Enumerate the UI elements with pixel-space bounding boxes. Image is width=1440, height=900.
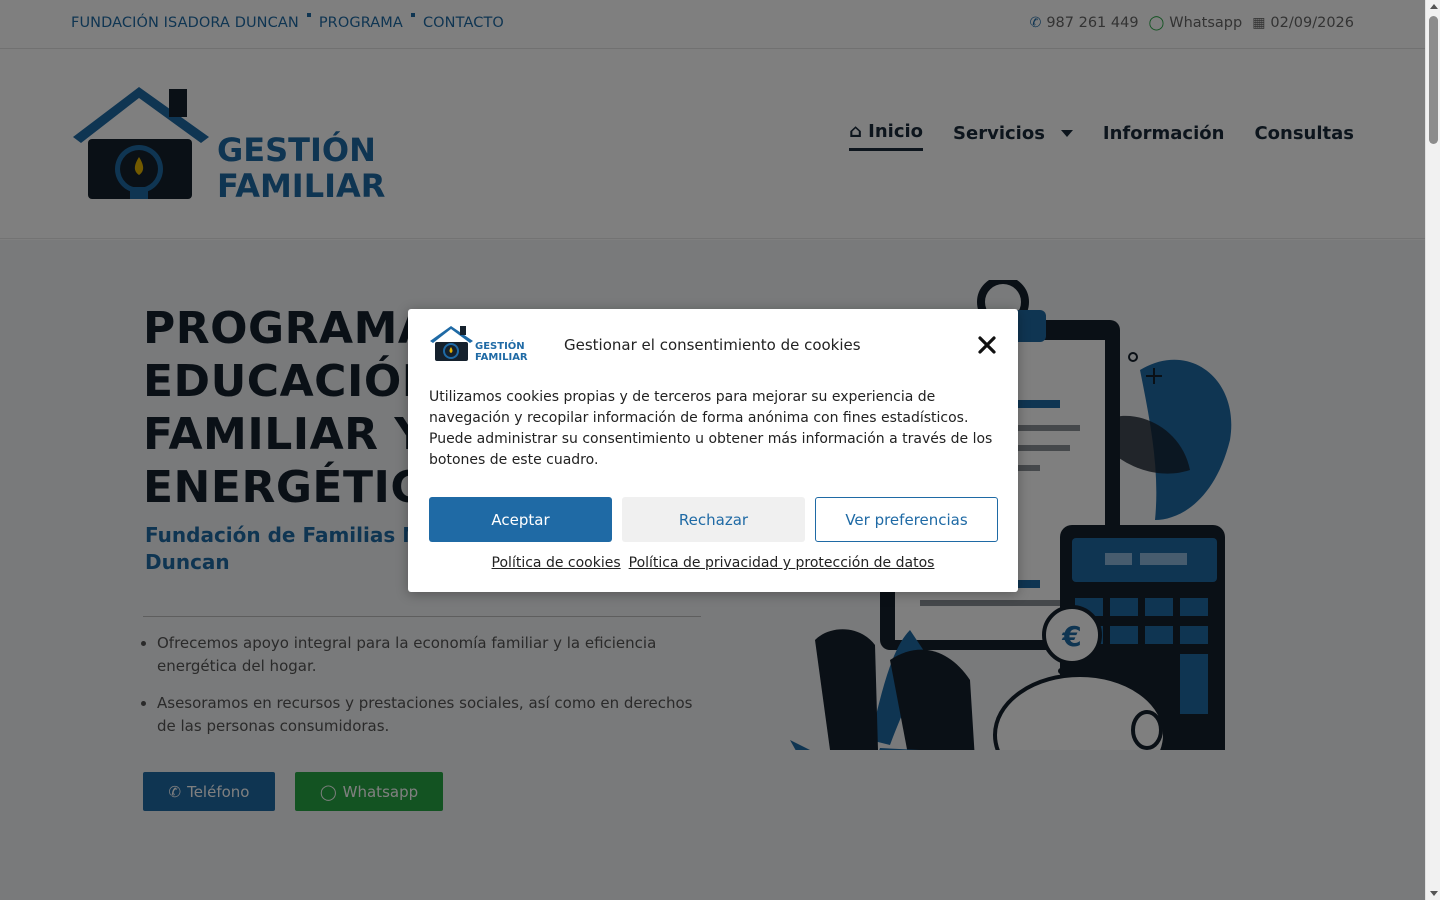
cookie-dialog-buttons: Aceptar Rechazar Ver preferencias: [429, 497, 998, 542]
cookie-dialog-logo: GESTIÓN FAMILIAR: [430, 326, 528, 363]
accept-button[interactable]: Aceptar: [429, 497, 612, 542]
cookie-dialog-body: Utilizamos cookies propias y de terceros…: [429, 389, 993, 468]
cookie-dialog-title: Gestionar el consentimiento de cookies: [564, 336, 861, 354]
privacy-policy-link[interactable]: Política de privacidad y protección de d…: [629, 555, 935, 571]
scroll-thumb[interactable]: [1429, 16, 1438, 144]
close-icon[interactable]: [976, 334, 998, 356]
scroll-up-arrow-icon[interactable]: [1430, 4, 1438, 9]
logo-text-1: GESTIÓN: [475, 339, 525, 352]
scroll-down-arrow-icon[interactable]: [1430, 891, 1438, 896]
cookie-consent-dialog: GESTIÓN FAMILIAR Gestionar el consentimi…: [408, 309, 1018, 592]
preferences-button[interactable]: Ver preferencias: [815, 497, 998, 542]
scrollbar[interactable]: [1425, 0, 1440, 900]
logo-text-2: FAMILIAR: [475, 352, 528, 363]
cookie-policy-link[interactable]: Política de cookies: [492, 555, 621, 571]
cookie-dialog-links: Política de cookies Política de privacid…: [408, 555, 1018, 571]
reject-button[interactable]: Rechazar: [622, 497, 805, 542]
house-icon: [430, 326, 473, 361]
